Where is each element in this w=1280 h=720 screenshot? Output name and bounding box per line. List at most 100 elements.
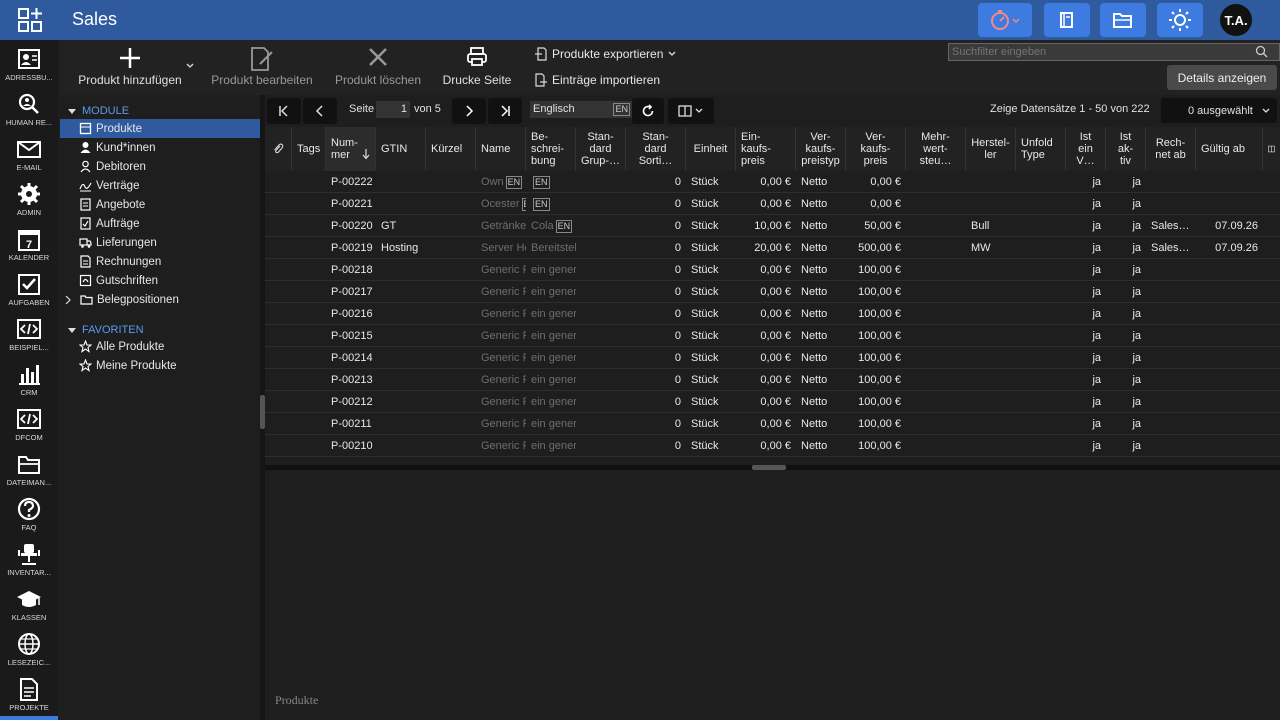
table-cell[interactable]: P-00222	[326, 171, 376, 193]
table-cell[interactable]	[966, 171, 1016, 193]
caret-down-icon[interactable]	[68, 326, 76, 334]
column-header[interactable]: Be- schrei- bung	[526, 127, 576, 171]
table-cell[interactable]: Bull	[966, 215, 1016, 237]
table-cell[interactable]: Stück	[686, 347, 736, 369]
table-cell[interactable]: ja	[1066, 193, 1106, 215]
nav-item-0[interactable]: ADRESSBU...	[0, 44, 58, 89]
tree-item-module[interactable]: Debitoren	[60, 157, 260, 176]
table-cell[interactable]: Netto	[796, 303, 846, 325]
table-cell[interactable]	[426, 281, 476, 303]
tree-item-module[interactable]: Produkte	[60, 119, 260, 138]
table-cell[interactable]: ja	[1106, 215, 1146, 237]
nav-item-11[interactable]: INVENTAR...	[0, 539, 58, 584]
timer-button[interactable]	[978, 3, 1032, 37]
column-header[interactable]: Ist ak- tiv	[1106, 127, 1146, 171]
table-cell[interactable]: Netto	[796, 347, 846, 369]
app-grid-icon[interactable]	[18, 7, 42, 33]
table-cell[interactable]: ja	[1066, 413, 1106, 435]
table-cell[interactable]: 500,00 €	[846, 237, 906, 259]
tree-item-module[interactable]: Gutschriften	[60, 271, 260, 290]
table-cell[interactable]: ja	[1066, 237, 1106, 259]
folder-button[interactable]	[1100, 3, 1146, 37]
table-cell[interactable]: 50,00 €	[846, 215, 906, 237]
column-chooser-button[interactable]	[668, 98, 714, 124]
table-cell[interactable]: Netto	[796, 435, 846, 457]
table-row[interactable]: P-00215 Generic P ein gener 0 Stück 0,00 € Net…	[265, 325, 1280, 347]
print-page-button[interactable]: Drucke Seite	[434, 40, 520, 95]
prev-page-button[interactable]	[303, 98, 337, 124]
table-cell[interactable]: Stück	[686, 237, 736, 259]
table-cell[interactable]: Generic P	[476, 347, 526, 369]
table-cell[interactable]: 0	[626, 325, 686, 347]
table-cell[interactable]: 0,00 €	[736, 391, 796, 413]
table-cell[interactable]: 0	[626, 413, 686, 435]
table-cell[interactable]: ein gener	[526, 303, 576, 325]
table-cell[interactable]: 07.09.26	[1196, 215, 1263, 237]
table-cell[interactable]: MW	[966, 237, 1016, 259]
table-cell[interactable]: P-00221	[326, 193, 376, 215]
table-cell[interactable]: ja	[1106, 171, 1146, 193]
table-cell[interactable]: 0	[626, 193, 686, 215]
column-header[interactable]: Kürzel	[426, 127, 476, 171]
table-cell[interactable]	[426, 369, 476, 391]
table-cell[interactable]	[376, 171, 426, 193]
column-header[interactable]: Num- mer	[326, 127, 376, 171]
table-cell[interactable]	[1196, 259, 1263, 281]
table-cell[interactable]: P-00215	[326, 325, 376, 347]
table-cell[interactable]: 0	[626, 369, 686, 391]
table-cell[interactable]: P-00212	[326, 391, 376, 413]
nav-item-1[interactable]: HUMAN RE...	[0, 89, 58, 134]
table-cell[interactable]: 100,00 €	[846, 435, 906, 457]
nav-item-10[interactable]: FAQ	[0, 494, 58, 539]
table-cell[interactable]	[966, 193, 1016, 215]
table-cell[interactable]: 0,00 €	[736, 193, 796, 215]
column-header[interactable]: Ist ein V…	[1066, 127, 1106, 171]
table-cell[interactable]: Stück	[686, 259, 736, 281]
import-entries-button[interactable]: Einträge importieren	[530, 69, 664, 91]
user-avatar[interactable]: T.A.	[1220, 4, 1252, 36]
table-cell[interactable]: Netto	[796, 215, 846, 237]
modules-section-header[interactable]: MODULE	[68, 105, 129, 117]
table-cell[interactable]: Stück	[686, 325, 736, 347]
table-cell[interactable]: Stück	[686, 171, 736, 193]
column-header[interactable]: Gültig ab	[1196, 127, 1263, 171]
column-header[interactable]: Mehr- wert- steu…	[906, 127, 966, 171]
table-cell[interactable]	[1146, 413, 1196, 435]
table-cell[interactable]: ja	[1106, 325, 1146, 347]
table-cell[interactable]	[1196, 171, 1263, 193]
table-cell[interactable]: Getränke	[476, 215, 526, 237]
table-cell[interactable]: Generic P	[476, 413, 526, 435]
table-row[interactable]: P-00218 Generic P ein gener 0 Stück 0,00 € Net…	[265, 259, 1280, 281]
table-cell[interactable]: GT	[376, 215, 426, 237]
table-cell[interactable]: P-00214	[326, 347, 376, 369]
table-cell[interactable]	[966, 281, 1016, 303]
add-product-button[interactable]: Produkt hinzufügen	[70, 40, 190, 95]
table-cell[interactable]: 100,00 €	[846, 281, 906, 303]
table-cell[interactable]	[376, 325, 426, 347]
tree-item-module[interactable]: Kund*innen	[60, 138, 260, 157]
nav-item-8[interactable]: DFCOM	[0, 404, 58, 449]
table-cell[interactable]: Stück	[686, 435, 736, 457]
table-cell[interactable]: Generic P	[476, 303, 526, 325]
table-cell[interactable]: ein gener	[526, 325, 576, 347]
table-row[interactable]: P-00219 Hosting Server He Bereitstel 0 Stück 2…	[265, 237, 1280, 259]
tree-item-favorite[interactable]: Alle Produkte	[60, 337, 260, 356]
table-cell[interactable]: ja	[1066, 281, 1106, 303]
table-cell[interactable]: ja	[1106, 303, 1146, 325]
column-header[interactable]: Einheit	[686, 127, 736, 171]
table-cell[interactable]	[1196, 325, 1263, 347]
table-cell[interactable]	[1196, 347, 1263, 369]
table-cell[interactable]: ja	[1106, 435, 1146, 457]
detail-splitter[interactable]	[265, 465, 1280, 470]
table-cell[interactable]	[426, 215, 476, 237]
table-cell[interactable]: ja	[1066, 215, 1106, 237]
table-cell[interactable]: Server He	[476, 237, 526, 259]
table-cell[interactable]: Netto	[796, 325, 846, 347]
table-row[interactable]: P-00217 Generic P ein gener 0 Stück 0,00 € Net…	[265, 281, 1280, 303]
table-cell[interactable]: P-00213	[326, 369, 376, 391]
table-cell[interactable]	[426, 413, 476, 435]
table-cell[interactable]: Bereitstel	[526, 237, 576, 259]
table-cell[interactable]	[376, 281, 426, 303]
table-cell[interactable]: Netto	[796, 281, 846, 303]
show-details-button[interactable]: Details anzeigen	[1167, 65, 1277, 90]
